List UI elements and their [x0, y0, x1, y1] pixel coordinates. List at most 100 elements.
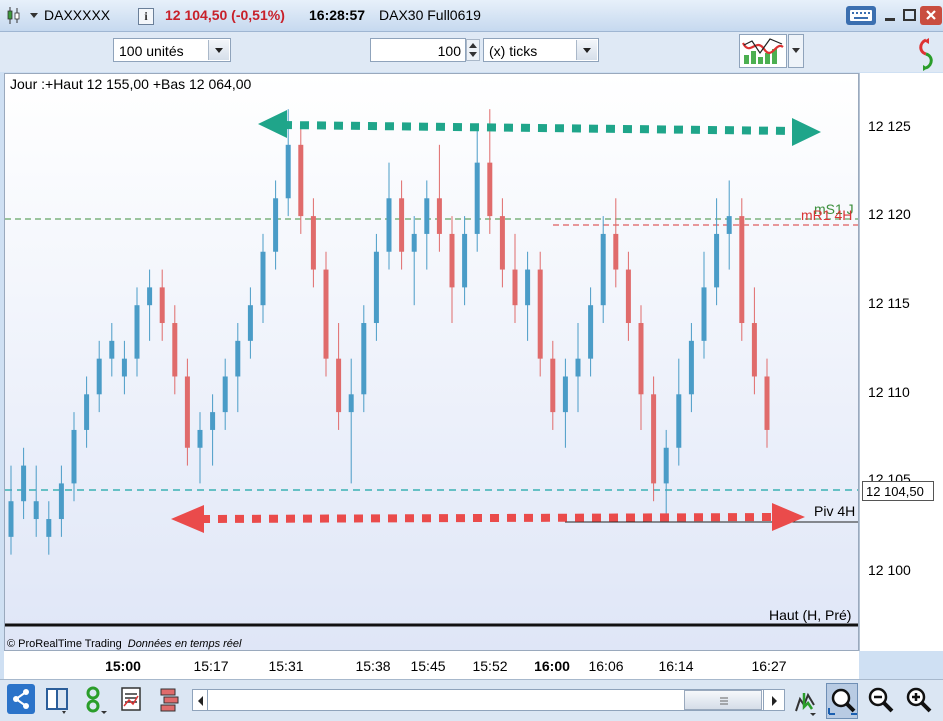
time-axis[interactable]: 15:00 15:17 15:31 15:38 15:45 15:52 16:00 16:06…: [4, 651, 859, 679]
arrow-left-head: [258, 110, 287, 138]
bearish-candle: [651, 394, 657, 484]
bullish-candle: [210, 412, 216, 430]
bullish-candle: [222, 376, 228, 413]
candlestick-chart-icon[interactable]: [6, 6, 22, 25]
close-icon[interactable]: [920, 6, 942, 25]
price-change: 12 104,50 (-0,51%): [165, 7, 285, 23]
price-axis[interactable]: 12 105 12 104,50 12 125 12 120 12 115 12 11…: [859, 73, 943, 651]
maximize-icon[interactable]: [900, 6, 920, 25]
stepper-up-icon[interactable]: [469, 43, 477, 48]
symbol-dropdown-arrow[interactable]: [30, 13, 38, 18]
bearish-candle: [449, 233, 455, 288]
candlestick-chart[interactable]: [5, 74, 859, 651]
bullish-candle: [663, 447, 669, 484]
bullish-candle: [147, 287, 153, 306]
copyright-text: © ProRealTime Trading Données en temps r…: [7, 638, 241, 650]
copyright-label: © ProRealTime Trading: [7, 638, 122, 650]
arrow-right-head: [792, 118, 821, 146]
bearish-candle: [499, 216, 505, 270]
current-price-tag: 12 104,50: [862, 481, 934, 501]
bullish-candle: [348, 394, 354, 413]
scroll-track[interactable]: [208, 689, 763, 711]
time-axis-label: 16:06: [588, 658, 624, 674]
bullish-candle: [474, 162, 480, 234]
scroll-thumb[interactable]: [684, 690, 762, 710]
price-chart[interactable]: Jour :+Haut 12 155,00 +Bas 12 064,00 mS1…: [4, 73, 859, 651]
info-icon[interactable]: i: [138, 8, 154, 25]
resistance-arrow-line: [282, 121, 796, 135]
stepper-down-icon[interactable]: [469, 52, 477, 57]
ticks-unit-select[interactable]: (x) ticks: [483, 38, 599, 62]
bearish-candle: [751, 323, 757, 377]
bearish-candle: [638, 323, 644, 395]
units-select[interactable]: 100 unités: [113, 38, 231, 62]
bullish-candle: [676, 394, 682, 448]
sync-icon[interactable]: [915, 37, 937, 71]
link-icon[interactable]: [84, 685, 112, 715]
time-axis-label: 15:00: [105, 658, 141, 674]
drawing-tools-icon[interactable]: [158, 686, 184, 714]
bullish-candle: [726, 216, 732, 234]
current-price-value: 12 104,50: [866, 484, 924, 499]
bearish-candle: [436, 198, 442, 234]
arrow-left-head: [171, 505, 204, 533]
bearish-candle: [625, 269, 631, 324]
ticks-input[interactable]: 100: [370, 38, 466, 62]
zoom-in-icon[interactable]: [904, 685, 934, 715]
bullish-candle: [361, 323, 367, 395]
zoom-out-icon[interactable]: [866, 685, 896, 715]
symbol-name[interactable]: DAXXXXX: [44, 7, 110, 23]
bullish-candle: [714, 233, 720, 288]
bearish-candle: [172, 323, 178, 377]
bearish-candle: [537, 269, 543, 359]
order-toolbar: 100 unités 100 (x) ticks: [0, 32, 943, 72]
bullish-candle: [84, 394, 90, 430]
keyboard-icon[interactable]: [846, 6, 876, 25]
bearish-candle: [550, 358, 556, 413]
bearish-candle: [613, 233, 619, 270]
share-icon[interactable]: [7, 684, 35, 714]
time-axis-label: 16:14: [658, 658, 694, 674]
chevron-down-icon[interactable]: [576, 40, 597, 60]
bearish-candle: [512, 269, 518, 306]
clock-time: 16:28:57: [309, 7, 366, 23]
bullish-candle: [273, 198, 279, 252]
pivot-label: Piv 4H: [814, 503, 856, 519]
units-select-value: 100 unités: [119, 43, 184, 59]
cursor-tool-icon[interactable]: [792, 685, 820, 717]
instrument-name: DAX30 Full0619: [379, 7, 481, 23]
bullish-candle: [525, 269, 531, 306]
title-bar: DAXXXXX i 12 104,50 (-0,51%) 16:28:57 DA…: [0, 0, 943, 32]
indicators-button[interactable]: [739, 34, 787, 68]
minimize-icon[interactable]: [880, 6, 900, 25]
bullish-candle: [8, 501, 14, 537]
bullish-candle: [235, 340, 241, 377]
bullish-candle: [285, 144, 291, 199]
scroll-left-icon[interactable]: [192, 689, 208, 711]
bullish-candle: [386, 198, 392, 252]
zoom-select-icon[interactable]: [826, 683, 858, 719]
bearish-candle: [764, 376, 770, 430]
chevron-down-icon[interactable]: [208, 40, 229, 60]
scroll-right-icon[interactable]: [763, 689, 785, 711]
arrow-right-head: [772, 503, 805, 531]
indicator-list-icon[interactable]: [120, 686, 144, 714]
indicators-dropdown[interactable]: [788, 34, 804, 68]
ticks-stepper[interactable]: [466, 39, 480, 61]
bearish-candle: [399, 198, 405, 252]
bullish-candle: [96, 358, 102, 395]
bullish-candle: [600, 233, 606, 306]
time-axis-label: 16:27: [751, 658, 787, 674]
chevron-down-icon[interactable]: [792, 48, 800, 53]
bullish-candle: [562, 376, 568, 413]
bullish-candle: [575, 358, 581, 377]
layout-icon[interactable]: [44, 686, 72, 714]
bearish-candle: [159, 287, 165, 324]
support-arrow-line: [200, 513, 778, 523]
bearish-candle: [323, 269, 329, 359]
bullish-candle: [688, 340, 694, 395]
bearish-candle: [184, 376, 190, 448]
time-axis-label: 15:38: [355, 658, 391, 674]
time-axis-label: 15:17: [193, 658, 229, 674]
time-axis-label: 15:31: [268, 658, 304, 674]
